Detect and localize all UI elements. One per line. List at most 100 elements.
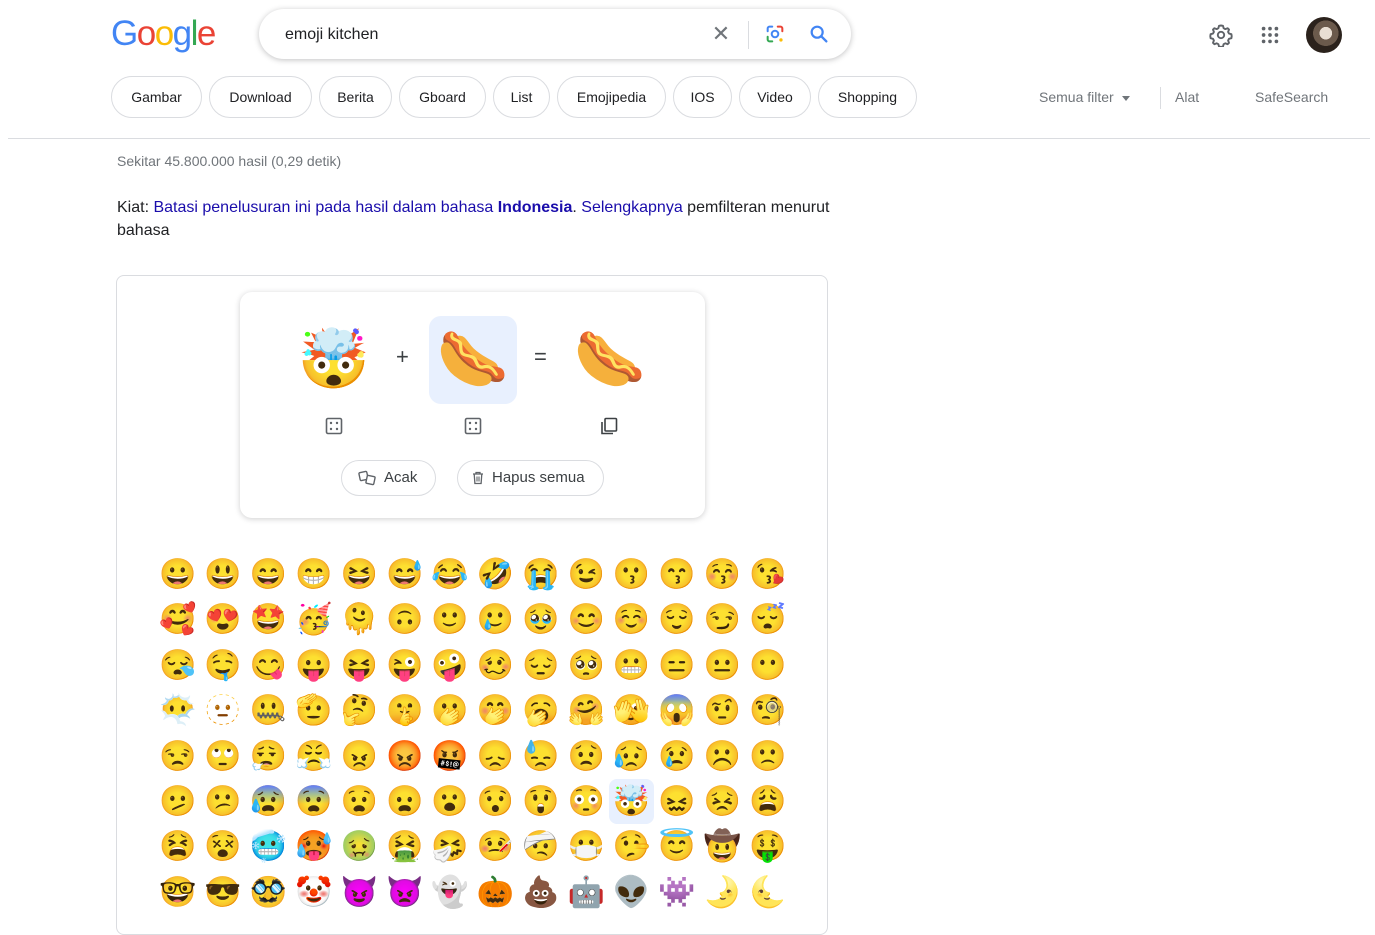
apps-grid-icon[interactable] <box>1259 24 1281 46</box>
emoji-option[interactable]: 🤬 <box>427 734 472 779</box>
chip-video[interactable]: Video <box>739 76 811 118</box>
emoji-option[interactable]: 🌜 <box>745 870 790 915</box>
emoji-option[interactable]: 😆 <box>337 552 382 597</box>
emoji-option[interactable]: 😝 <box>337 643 382 688</box>
emoji-option[interactable]: 🫢 <box>427 688 472 733</box>
result-emoji[interactable]: 🌭 <box>566 316 654 404</box>
emoji-option[interactable]: 👾 <box>654 870 699 915</box>
emoji-option[interactable]: 🙂 <box>427 597 472 642</box>
emoji-option[interactable]: 🤯 <box>608 778 655 825</box>
emoji-option[interactable]: ☺️ <box>609 597 654 642</box>
emoji-option[interactable]: 🥵 <box>291 824 336 869</box>
emoji-option[interactable]: 🥸 <box>246 870 291 915</box>
emoji-option[interactable]: 😭 <box>518 552 563 597</box>
chip-gboard[interactable]: Gboard <box>399 76 486 118</box>
learn-more-link[interactable]: Selengkapnya <box>581 199 682 216</box>
emoji-option[interactable]: 🤥 <box>609 824 654 869</box>
emoji-option[interactable]: 🥴 <box>473 643 518 688</box>
emoji-option[interactable]: 😮‍💨 <box>246 734 291 779</box>
emoji-option[interactable]: 🫠 <box>337 597 382 642</box>
emoji-option[interactable]: 🫣 <box>609 688 654 733</box>
emoji-option[interactable]: 😲 <box>518 779 563 824</box>
emoji-option[interactable]: 🤧 <box>427 824 472 869</box>
emoji-option[interactable]: 😐 <box>700 643 745 688</box>
emoji-option[interactable]: 😨 <box>291 779 336 824</box>
emoji-option[interactable]: 😳 <box>564 779 609 824</box>
emoji-option[interactable]: 🤠 <box>700 824 745 869</box>
emoji-option[interactable]: 🌛 <box>700 870 745 915</box>
chip-berita[interactable]: Berita <box>319 76 392 118</box>
user-avatar[interactable] <box>1306 17 1342 53</box>
emoji-option[interactable]: 🎃 <box>473 870 518 915</box>
emoji-option[interactable]: 😘 <box>745 552 790 597</box>
emoji-option[interactable]: 🥳 <box>291 597 336 642</box>
emoji-option[interactable]: 😶 <box>745 643 790 688</box>
emoji-option[interactable]: 😉 <box>564 552 609 597</box>
emoji-option[interactable]: 😷 <box>564 824 609 869</box>
emoji-option[interactable]: 🤨 <box>700 688 745 733</box>
emoji-option[interactable]: 😗 <box>609 552 654 597</box>
emoji-option[interactable]: 😓 <box>518 734 563 779</box>
emoji-option[interactable]: 😫 <box>155 824 200 869</box>
emoji-option[interactable]: 🤖 <box>564 870 609 915</box>
emoji-option[interactable]: 😊 <box>564 597 609 642</box>
emoji-option[interactable]: 🤫 <box>382 688 427 733</box>
emoji-option[interactable]: 🤡 <box>291 870 336 915</box>
left-emoji-slot[interactable]: 🤯 <box>290 316 378 404</box>
emoji-option[interactable]: 😩 <box>745 779 790 824</box>
chip-gambar[interactable]: Gambar <box>111 76 202 118</box>
google-lens-icon[interactable] <box>764 23 786 45</box>
emoji-option[interactable]: 😢 <box>654 734 699 779</box>
emoji-option[interactable]: 🤗 <box>564 688 609 733</box>
emoji-option[interactable]: ☹️ <box>700 734 745 779</box>
chip-emojipedia[interactable]: Emojipedia <box>557 76 666 118</box>
emoji-option[interactable]: 😵 <box>200 824 245 869</box>
emoji-option[interactable]: 😶‍🌫️ <box>155 688 200 733</box>
emoji-option[interactable]: 😄 <box>246 552 291 597</box>
emoji-option[interactable]: 😯 <box>473 779 518 824</box>
emoji-option[interactable]: 😤 <box>291 734 336 779</box>
tools-button[interactable]: Alat <box>1175 89 1199 105</box>
emoji-option[interactable]: 🫤 <box>155 779 200 824</box>
copy-icon[interactable] <box>599 416 619 436</box>
emoji-option[interactable]: 😂 <box>427 552 472 597</box>
emoji-option[interactable]: 😮 <box>427 779 472 824</box>
emoji-option[interactable]: 😪 <box>155 643 200 688</box>
search-input[interactable] <box>283 22 687 48</box>
emoji-option[interactable]: 😕 <box>200 779 245 824</box>
emoji-option[interactable]: 😡 <box>382 734 427 779</box>
clear-all-button[interactable]: Hapus semua <box>457 460 604 496</box>
emoji-option[interactable]: 😌 <box>654 597 699 642</box>
emoji-option[interactable]: 😧 <box>337 779 382 824</box>
emoji-option[interactable]: 🥱 <box>518 688 563 733</box>
emoji-option[interactable]: 😰 <box>246 779 291 824</box>
emoji-option[interactable]: 😇 <box>654 824 699 869</box>
emoji-option[interactable]: 🤐 <box>246 688 291 733</box>
gear-icon[interactable] <box>1209 23 1233 47</box>
emoji-option[interactable]: 😞 <box>473 734 518 779</box>
emoji-option[interactable]: 👻 <box>427 870 472 915</box>
search-icon[interactable] <box>808 23 830 45</box>
emoji-option[interactable]: 😋 <box>246 643 291 688</box>
emoji-option[interactable]: 😀 <box>155 552 200 597</box>
chip-list[interactable]: List <box>493 76 550 118</box>
emoji-option[interactable]: 🤔 <box>337 688 382 733</box>
emoji-option[interactable]: 😬 <box>609 643 654 688</box>
emoji-option[interactable]: 😏 <box>700 597 745 642</box>
emoji-option[interactable]: 😱 <box>654 688 699 733</box>
all-filters-dropdown[interactable]: Semua filter <box>1039 89 1130 105</box>
emoji-option[interactable]: 🤢 <box>337 824 382 869</box>
emoji-option[interactable]: 🫡 <box>291 688 336 733</box>
safesearch-button[interactable]: SafeSearch <box>1255 89 1328 105</box>
emoji-option[interactable]: 😔 <box>518 643 563 688</box>
emoji-option[interactable]: 🤩 <box>246 597 291 642</box>
search-box[interactable]: ✕ <box>259 9 851 59</box>
restrict-language-link[interactable]: Batasi penelusuran ini pada hasil dalam … <box>153 199 572 216</box>
emoji-option[interactable]: 🤓 <box>155 870 200 915</box>
emoji-option[interactable]: 🤕 <box>518 824 563 869</box>
emoji-option[interactable]: 👿 <box>382 870 427 915</box>
dice-icon[interactable] <box>324 416 344 436</box>
emoji-option[interactable]: 😖 <box>654 779 699 824</box>
chip-ios[interactable]: IOS <box>673 76 732 118</box>
emoji-option[interactable]: 💩 <box>518 870 563 915</box>
